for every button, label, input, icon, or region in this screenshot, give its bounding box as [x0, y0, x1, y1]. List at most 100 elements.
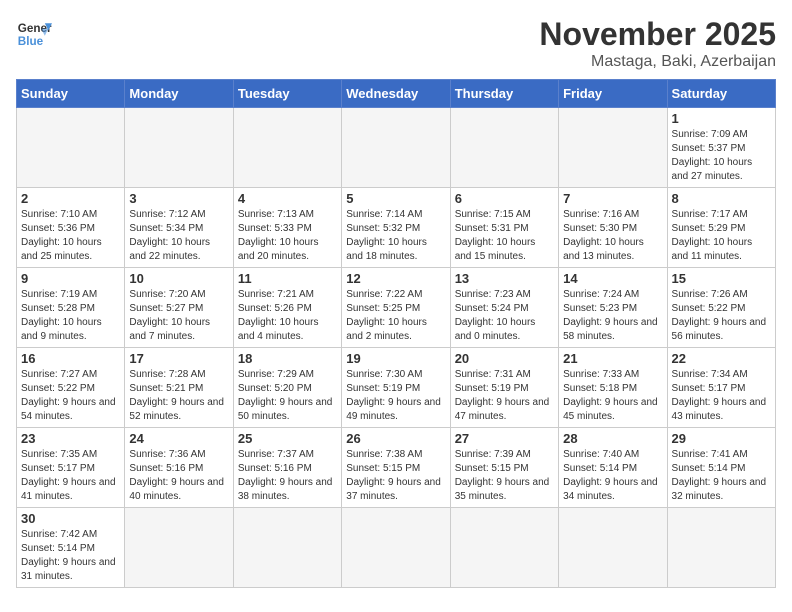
calendar-cell: 3 Sunrise: 7:12 AM Sunset: 5:34 PM Daylig… — [125, 188, 233, 268]
calendar-cell — [559, 108, 667, 188]
day-info: Sunrise: 7:41 AM Sunset: 5:14 PM Dayligh… — [672, 448, 771, 504]
day-number: 26 — [346, 431, 445, 446]
day-info: Sunrise: 7:42 AM Sunset: 5:14 PM Dayligh… — [21, 528, 120, 584]
calendar-header-row: SundayMondayTuesdayWednesdayThursdayFrid… — [17, 80, 776, 108]
calendar-cell — [125, 508, 233, 588]
calendar-cell: 22 Sunrise: 7:34 AM Sunset: 5:17 PM Dayli… — [667, 348, 775, 428]
day-number: 13 — [455, 271, 554, 286]
day-info: Sunrise: 7:15 AM Sunset: 5:31 PM Dayligh… — [455, 208, 554, 264]
calendar-cell: 19 Sunrise: 7:30 AM Sunset: 5:19 PM Dayli… — [342, 348, 450, 428]
day-header-wednesday: Wednesday — [342, 80, 450, 108]
day-number: 28 — [563, 431, 662, 446]
day-info: Sunrise: 7:24 AM Sunset: 5:23 PM Dayligh… — [563, 288, 662, 344]
calendar-cell: 30 Sunrise: 7:42 AM Sunset: 5:14 PM Dayli… — [17, 508, 125, 588]
day-number: 19 — [346, 351, 445, 366]
day-info: Sunrise: 7:19 AM Sunset: 5:28 PM Dayligh… — [21, 288, 120, 344]
calendar-cell — [17, 108, 125, 188]
day-header-tuesday: Tuesday — [233, 80, 341, 108]
day-info: Sunrise: 7:30 AM Sunset: 5:19 PM Dayligh… — [346, 368, 445, 424]
calendar-week-row: 16Sunrise: 7:27 AM Sunset: 5:22 PM Dayli… — [17, 348, 776, 428]
day-info: Sunrise: 7:12 AM Sunset: 5:34 PM Dayligh… — [129, 208, 228, 264]
day-info: Sunrise: 7:34 AM Sunset: 5:17 PM Dayligh… — [672, 368, 771, 424]
page-header: General Blue November 2025 Mastaga, Baki… — [16, 16, 776, 71]
calendar-cell: 8Sunrise: 7:17 AM Sunset: 5:29 PM Daylig… — [667, 188, 775, 268]
logo: General Blue — [16, 16, 52, 52]
day-header-thursday: Thursday — [450, 80, 558, 108]
day-number: 15 — [672, 271, 771, 286]
day-number: 8 — [672, 191, 771, 206]
day-info: Sunrise: 7:31 AM Sunset: 5:19 PM Dayligh… — [455, 368, 554, 424]
day-info: Sunrise: 7:29 AM Sunset: 5:20 PM Dayligh… — [238, 368, 337, 424]
calendar-week-row: 9Sunrise: 7:19 AM Sunset: 5:28 PM Daylig… — [17, 268, 776, 348]
calendar-week-row: 30 Sunrise: 7:42 AM Sunset: 5:14 PM Dayli… — [17, 508, 776, 588]
day-info: Sunrise: 7:21 AM Sunset: 5:26 PM Dayligh… — [238, 288, 337, 344]
day-info: Sunrise: 7:16 AM Sunset: 5:30 PM Dayligh… — [563, 208, 662, 264]
calendar-cell: 5Sunrise: 7:14 AM Sunset: 5:32 PM Daylig… — [342, 188, 450, 268]
day-number: 5 — [346, 191, 445, 206]
day-number: 2 — [21, 191, 120, 206]
day-info: Sunrise: 7:26 AM Sunset: 5:22 PM Dayligh… — [672, 288, 771, 344]
day-info: Sunrise: 7:40 AM Sunset: 5:14 PM Dayligh… — [563, 448, 662, 504]
calendar-cell: 1 Sunrise: 7:09 AM Sunset: 5:37 PM Daylig… — [667, 108, 775, 188]
day-number: 20 — [455, 351, 554, 366]
calendar-cell — [233, 508, 341, 588]
day-info: Sunrise: 7:35 AM Sunset: 5:17 PM Dayligh… — [21, 448, 120, 504]
day-number: 10 — [129, 271, 228, 286]
day-info: Sunrise: 7:39 AM Sunset: 5:15 PM Dayligh… — [455, 448, 554, 504]
day-number: 25 — [238, 431, 337, 446]
calendar-cell: 17 Sunrise: 7:28 AM Sunset: 5:21 PM Dayli… — [125, 348, 233, 428]
day-number: 17 — [129, 351, 228, 366]
calendar-cell: 12 Sunrise: 7:22 AM Sunset: 5:25 PM Dayli… — [342, 268, 450, 348]
calendar-cell: 21 Sunrise: 7:33 AM Sunset: 5:18 PM Dayli… — [559, 348, 667, 428]
calendar-cell: 18 Sunrise: 7:29 AM Sunset: 5:20 PM Dayli… — [233, 348, 341, 428]
calendar-cell: 27Sunrise: 7:39 AM Sunset: 5:15 PM Dayli… — [450, 428, 558, 508]
day-info: Sunrise: 7:28 AM Sunset: 5:21 PM Dayligh… — [129, 368, 228, 424]
calendar-cell: 14Sunrise: 7:24 AM Sunset: 5:23 PM Dayli… — [559, 268, 667, 348]
calendar-cell: 11Sunrise: 7:21 AM Sunset: 5:26 PM Dayli… — [233, 268, 341, 348]
day-info: Sunrise: 7:22 AM Sunset: 5:25 PM Dayligh… — [346, 288, 445, 344]
day-number: 3 — [129, 191, 228, 206]
calendar-week-row: 1 Sunrise: 7:09 AM Sunset: 5:37 PM Daylig… — [17, 108, 776, 188]
calendar-cell — [450, 508, 558, 588]
day-number: 21 — [563, 351, 662, 366]
day-info: Sunrise: 7:09 AM Sunset: 5:37 PM Dayligh… — [672, 128, 771, 184]
calendar-cell: 24Sunrise: 7:36 AM Sunset: 5:16 PM Dayli… — [125, 428, 233, 508]
calendar-week-row: 23 Sunrise: 7:35 AM Sunset: 5:17 PM Dayli… — [17, 428, 776, 508]
day-number: 22 — [672, 351, 771, 366]
calendar-cell — [667, 508, 775, 588]
calendar-cell: 20 Sunrise: 7:31 AM Sunset: 5:19 PM Dayli… — [450, 348, 558, 428]
calendar-cell: 25 Sunrise: 7:37 AM Sunset: 5:16 PM Dayli… — [233, 428, 341, 508]
calendar-cell: 6 Sunrise: 7:15 AM Sunset: 5:31 PM Daylig… — [450, 188, 558, 268]
title-block: November 2025 Mastaga, Baki, Azerbaijan — [539, 16, 776, 71]
day-info: Sunrise: 7:33 AM Sunset: 5:18 PM Dayligh… — [563, 368, 662, 424]
day-number: 12 — [346, 271, 445, 286]
day-number: 4 — [238, 191, 337, 206]
day-number: 18 — [238, 351, 337, 366]
calendar-cell — [342, 108, 450, 188]
calendar-cell: 16Sunrise: 7:27 AM Sunset: 5:22 PM Dayli… — [17, 348, 125, 428]
day-info: Sunrise: 7:20 AM Sunset: 5:27 PM Dayligh… — [129, 288, 228, 344]
calendar-cell: 7Sunrise: 7:16 AM Sunset: 5:30 PM Daylig… — [559, 188, 667, 268]
day-number: 30 — [21, 511, 120, 526]
calendar-cell — [125, 108, 233, 188]
calendar-table: SundayMondayTuesdayWednesdayThursdayFrid… — [16, 79, 776, 588]
day-info: Sunrise: 7:13 AM Sunset: 5:33 PM Dayligh… — [238, 208, 337, 264]
month-year-title: November 2025 — [539, 16, 776, 53]
day-info: Sunrise: 7:37 AM Sunset: 5:16 PM Dayligh… — [238, 448, 337, 504]
day-info: Sunrise: 7:23 AM Sunset: 5:24 PM Dayligh… — [455, 288, 554, 344]
day-header-monday: Monday — [125, 80, 233, 108]
day-header-friday: Friday — [559, 80, 667, 108]
day-number: 1 — [672, 111, 771, 126]
calendar-cell: 23 Sunrise: 7:35 AM Sunset: 5:17 PM Dayli… — [17, 428, 125, 508]
day-header-sunday: Sunday — [17, 80, 125, 108]
day-number: 6 — [455, 191, 554, 206]
day-number: 23 — [21, 431, 120, 446]
calendar-cell — [559, 508, 667, 588]
location-subtitle: Mastaga, Baki, Azerbaijan — [539, 53, 776, 71]
calendar-cell: 15 Sunrise: 7:26 AM Sunset: 5:22 PM Dayli… — [667, 268, 775, 348]
day-info: Sunrise: 7:38 AM Sunset: 5:15 PM Dayligh… — [346, 448, 445, 504]
calendar-cell: 10 Sunrise: 7:20 AM Sunset: 5:27 PM Dayli… — [125, 268, 233, 348]
day-header-saturday: Saturday — [667, 80, 775, 108]
calendar-cell: 2Sunrise: 7:10 AM Sunset: 5:36 PM Daylig… — [17, 188, 125, 268]
calendar-cell: 4 Sunrise: 7:13 AM Sunset: 5:33 PM Daylig… — [233, 188, 341, 268]
